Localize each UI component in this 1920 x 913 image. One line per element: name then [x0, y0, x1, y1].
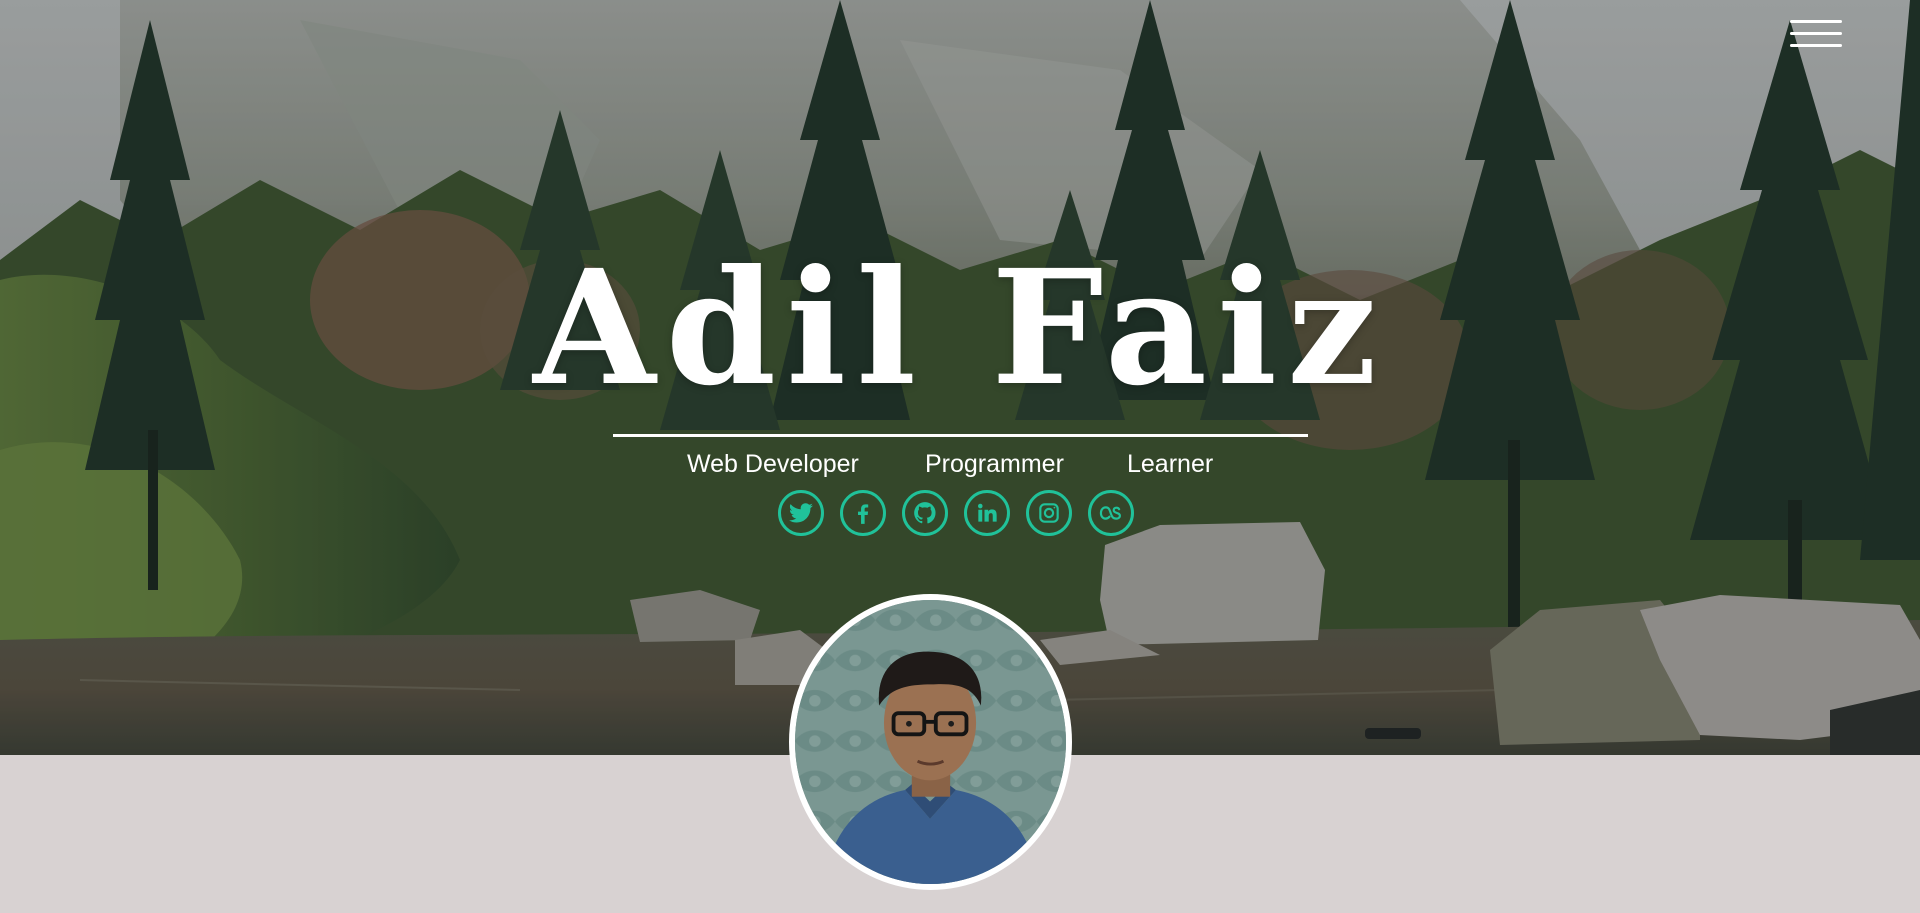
twitter-icon[interactable] — [778, 490, 824, 536]
facebook-icon[interactable] — [840, 490, 886, 536]
social-links — [778, 490, 1142, 542]
role-web-developer: Web Developer — [687, 450, 859, 478]
instagram-icon[interactable] — [1026, 490, 1072, 536]
avatar — [789, 594, 1072, 890]
linkedin-icon[interactable] — [964, 490, 1010, 536]
roles-list: Web Developer Programmer Learner — [613, 447, 1308, 481]
lastfm-icon[interactable] — [1088, 490, 1134, 536]
role-programmer: Programmer — [925, 450, 1064, 478]
hamburger-menu-icon[interactable] — [1788, 18, 1844, 52]
title-divider — [613, 434, 1308, 437]
hero-name: Adil Faiz — [533, 236, 1387, 421]
github-icon[interactable] — [902, 490, 948, 536]
role-learner: Learner — [1127, 450, 1214, 478]
